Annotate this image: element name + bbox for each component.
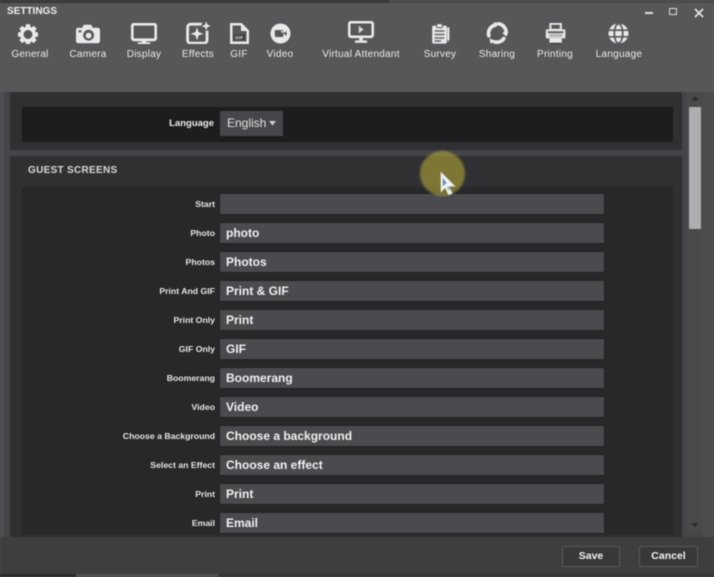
svg-text:GIF: GIF [235,35,243,40]
